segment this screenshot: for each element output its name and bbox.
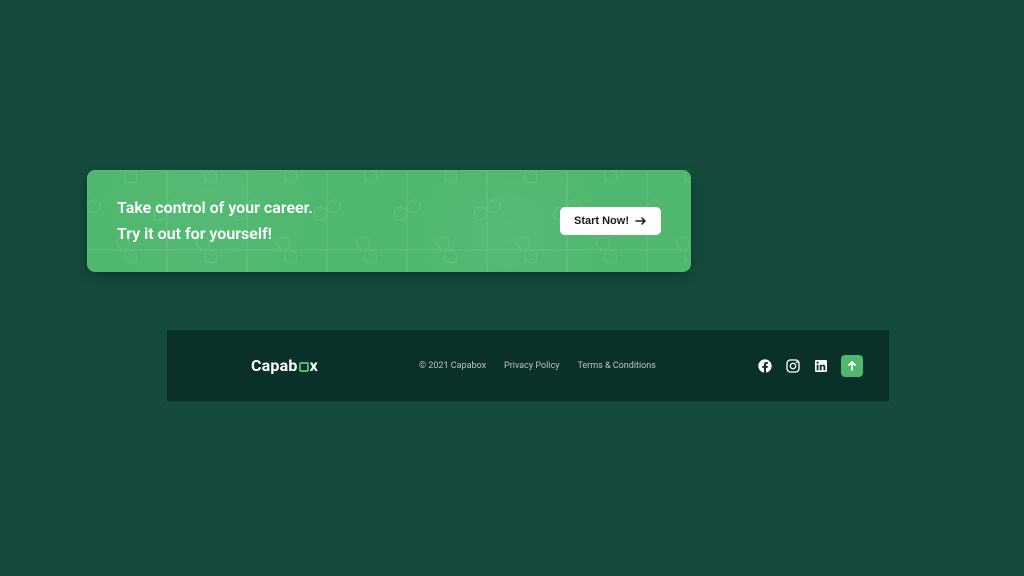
cta-headline: Take control of your career. Try it out …: [117, 195, 313, 246]
start-now-button[interactable]: Start Now!: [560, 207, 661, 235]
arrow-right-icon: [635, 216, 647, 226]
scroll-top-button[interactable]: [841, 355, 863, 377]
cta-headline-line2: Try it out for yourself!: [117, 221, 313, 247]
footer-links: © 2021 Capabox Privacy Policy Terms & Co…: [419, 361, 656, 371]
logo-box-icon: [299, 362, 309, 372]
footer-right: [757, 355, 863, 377]
logo-prefix: Capab: [251, 356, 298, 375]
footer: Capab x © 2021 Capabox Privacy Policy Te…: [167, 330, 889, 401]
terms-link[interactable]: Terms & Conditions: [577, 361, 655, 371]
privacy-link[interactable]: Privacy Policy: [504, 361, 559, 371]
arrow-up-icon: [846, 360, 858, 372]
facebook-icon[interactable]: [757, 358, 773, 374]
instagram-icon[interactable]: [785, 358, 801, 374]
linkedin-icon[interactable]: [813, 358, 829, 374]
cta-banner: Take control of your career. Try it out …: [87, 170, 691, 272]
cta-headline-line1: Take control of your career.: [117, 195, 313, 221]
copyright-text: © 2021 Capabox: [419, 361, 486, 371]
logo-suffix: x: [310, 356, 318, 375]
cta-button-label: Start Now!: [574, 215, 629, 227]
logo[interactable]: Capab x: [251, 356, 318, 375]
